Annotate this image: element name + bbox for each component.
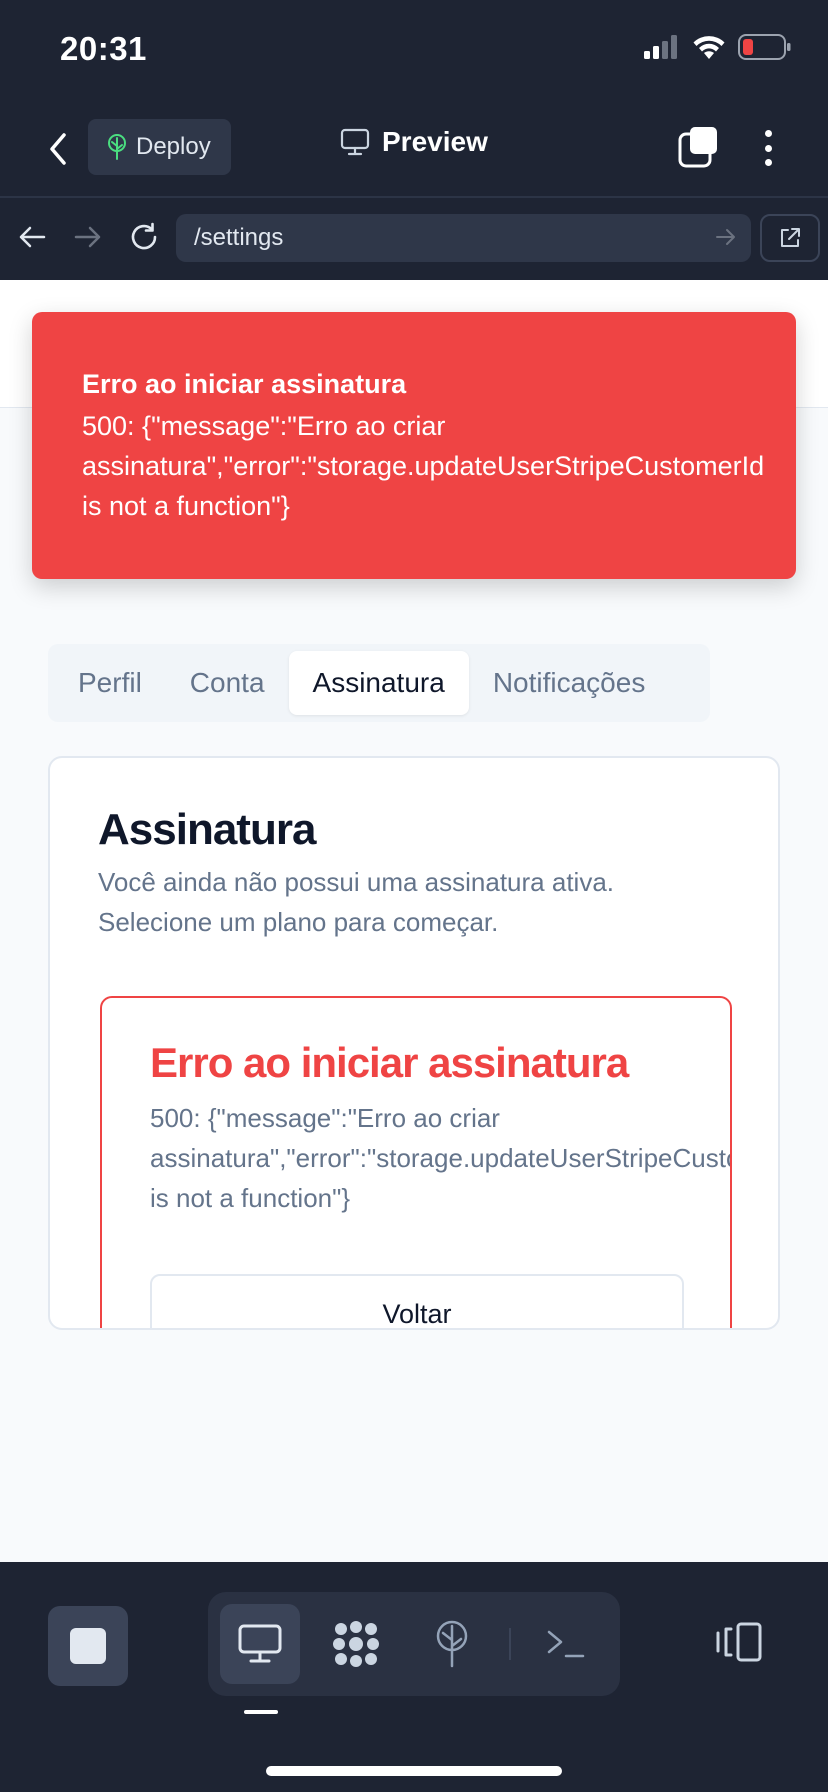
tool-terminal-button[interactable]	[526, 1604, 606, 1684]
layout-toggle-button[interactable]	[710, 1612, 770, 1672]
tool-separator	[509, 1628, 511, 1660]
page-content: Erro ao iniciar assinatura 500: {"messag…	[0, 280, 828, 1562]
open-external-button[interactable]	[760, 214, 820, 262]
settings-tabs: Perfil Conta Assinatura Notificações	[48, 644, 710, 722]
dot-icon	[764, 159, 772, 166]
tree-icon	[108, 134, 126, 160]
status-bar: 20:31	[0, 0, 828, 100]
status-icons	[644, 34, 792, 60]
deploy-label: Deploy	[136, 133, 211, 160]
terminal-icon	[547, 1630, 585, 1658]
external-link-icon	[781, 228, 800, 247]
stop-icon	[70, 1628, 106, 1664]
go-arrow-icon[interactable]	[715, 226, 737, 248]
error-message: 500: {"message":"Erro ao criar assinatur…	[150, 1103, 730, 1213]
deploy-icon	[436, 1620, 468, 1668]
tabs-icon	[678, 127, 717, 168]
tool-nodes-button[interactable]	[316, 1604, 396, 1684]
wifi-icon	[693, 36, 725, 59]
url-input[interactable]: /settings	[176, 214, 751, 262]
preview-label: Preview	[382, 126, 488, 157]
deploy-button[interactable]: Deploy	[88, 119, 231, 175]
cellular-signal-icon	[644, 35, 677, 59]
browser-bar: /settings	[0, 198, 828, 280]
card-description: Você ainda não possui uma assinatura ati…	[98, 867, 615, 937]
stop-button[interactable]	[48, 1606, 128, 1686]
chevron-left-icon	[50, 133, 66, 165]
subscription-card: Assinatura Você ainda não possui uma ass…	[48, 756, 780, 1330]
tool-deploy-button[interactable]	[412, 1604, 492, 1684]
home-indicator[interactable]	[266, 1766, 562, 1776]
tool-group	[208, 1592, 620, 1696]
arrow-right-icon	[74, 226, 101, 248]
toast-title: Erro ao iniciar assinatura	[82, 369, 407, 399]
bottom-toolbar	[0, 1562, 828, 1792]
browser-forward-button[interactable]	[70, 219, 106, 255]
tool-preview-button[interactable]	[220, 1604, 300, 1684]
voltar-button[interactable]: Voltar	[150, 1274, 684, 1328]
arrow-left-icon	[19, 226, 46, 248]
nodes-icon	[333, 1621, 379, 1667]
battery-icon	[738, 34, 791, 60]
app-header: Deploy Preview	[0, 100, 828, 198]
tab-notificacoes[interactable]: Notificações	[469, 651, 670, 715]
tab-assinatura[interactable]: Assinatura	[288, 651, 469, 715]
toast-message: 500: {"message":"Erro ao criar assinatur…	[82, 411, 765, 521]
error-title: Erro ao iniciar assinatura	[150, 1039, 629, 1086]
url-text: /settings	[194, 224, 284, 251]
dot-icon	[764, 144, 772, 152]
monitor-icon	[340, 128, 370, 156]
active-tool-indicator	[244, 1710, 278, 1714]
panel-layout-icon	[716, 1622, 762, 1662]
browser-back-button[interactable]	[14, 219, 50, 255]
back-button[interactable]	[40, 126, 76, 172]
reload-icon	[131, 222, 157, 250]
error-toast[interactable]: Erro ao iniciar assinatura 500: {"messag…	[32, 312, 796, 579]
tabs-button[interactable]	[678, 126, 718, 168]
preview-title: Preview	[340, 126, 488, 158]
status-time: 20:31	[60, 30, 147, 67]
card-title: Assinatura	[98, 805, 316, 854]
more-menu-button[interactable]	[754, 126, 782, 170]
monitor-icon	[238, 1624, 282, 1663]
reload-button[interactable]	[126, 219, 162, 255]
error-box: Erro ao iniciar assinatura 500: {"messag…	[100, 996, 732, 1328]
dot-icon	[764, 130, 772, 137]
tab-perfil[interactable]: Perfil	[54, 651, 166, 715]
tab-conta[interactable]: Conta	[166, 651, 289, 715]
